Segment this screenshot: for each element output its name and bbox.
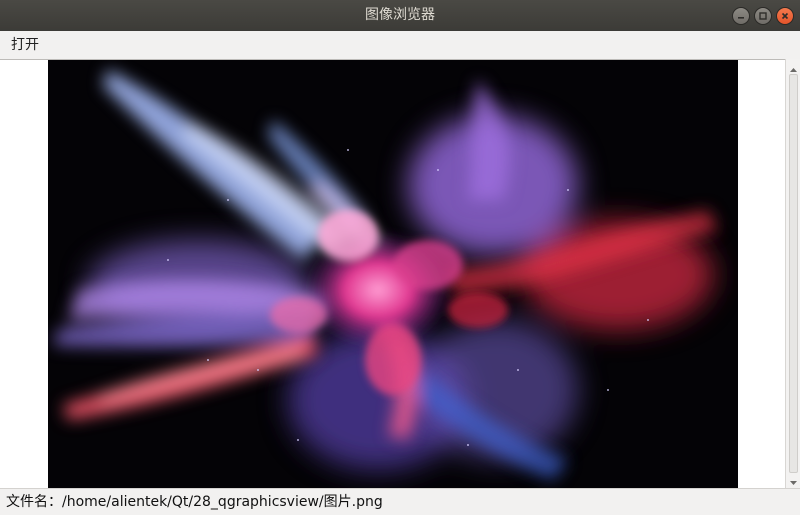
scroll-thumb[interactable] bbox=[789, 74, 798, 473]
vertical-scrollbar[interactable] bbox=[785, 59, 800, 488]
title-bar: 图像浏览器 bbox=[0, 0, 800, 31]
minimize-icon bbox=[738, 17, 744, 19]
window-title: 图像浏览器 bbox=[365, 7, 435, 23]
scroll-up-button[interactable] bbox=[786, 61, 800, 73]
scroll-down-button[interactable] bbox=[786, 474, 800, 486]
status-bar: 文件名：/home/alientek/Qt/28_qgraphicsview/图… bbox=[0, 488, 800, 512]
graphics-view[interactable] bbox=[0, 59, 785, 489]
window-controls bbox=[732, 7, 794, 25]
close-button[interactable] bbox=[776, 7, 794, 25]
menu-bar: 打开 bbox=[0, 31, 800, 60]
file-path-label: 文件名：/home/alientek/Qt/28_qgraphicsview/图… bbox=[6, 494, 383, 510]
menu-open[interactable]: 打开 bbox=[3, 31, 47, 59]
displayed-image bbox=[48, 60, 738, 489]
close-icon bbox=[781, 12, 789, 20]
maximize-icon bbox=[759, 12, 767, 20]
powder-explosion-picture bbox=[48, 60, 738, 489]
maximize-button[interactable] bbox=[754, 7, 772, 25]
minimize-button[interactable] bbox=[732, 7, 750, 25]
